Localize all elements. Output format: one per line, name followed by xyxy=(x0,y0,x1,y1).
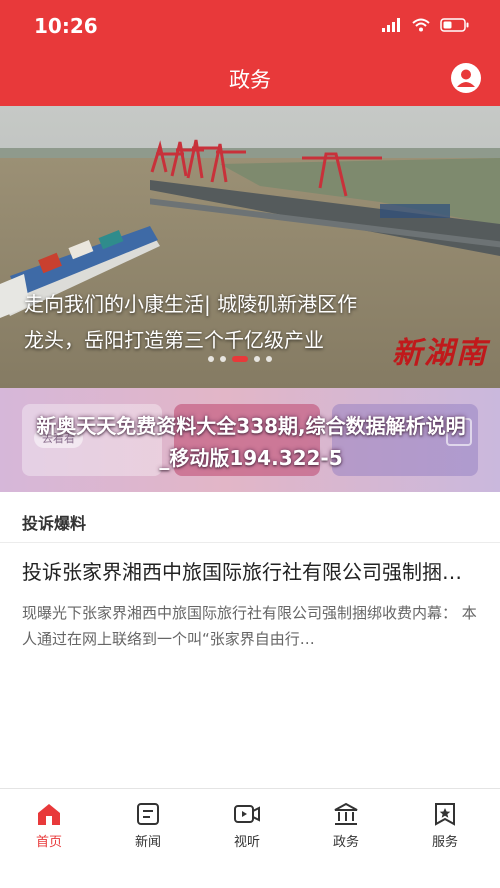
user-profile-icon[interactable] xyxy=(450,62,482,94)
tab-label: 新闻 xyxy=(134,835,161,850)
video-icon xyxy=(234,805,260,823)
wifi-icon xyxy=(412,18,430,32)
carousel-dot xyxy=(208,356,214,362)
signal-icon xyxy=(382,18,400,32)
bottom-tab-bar: 首页 新闻 视听 政务 服务 xyxy=(0,788,500,888)
service-icon xyxy=(435,803,455,826)
banner-carousel[interactable]: 走向我们的小康生活| 城陵矶新港区作龙头，岳阳打造第三个千亿级产业 新湖南 xyxy=(0,106,500,388)
section-title: 投诉爆料 xyxy=(22,514,87,533)
battery-icon xyxy=(440,18,469,32)
complaints-section: 投诉爆料 投诉张家界湘西中旅国际旅行社有限公司强制捆绑收费 现曝光下张家界湘西中… xyxy=(0,492,500,788)
tab-government[interactable]: 政务 xyxy=(306,801,386,850)
tab-label: 政务 xyxy=(332,835,359,850)
status-time: 10:26 xyxy=(34,14,98,38)
tab-news[interactable]: 新闻 xyxy=(108,801,188,850)
tab-label: 首页 xyxy=(35,835,62,850)
tab-video[interactable]: 视听 xyxy=(207,801,287,850)
banner-caption[interactable]: 走向我们的小康生活| 城陵矶新港区作龙头，岳阳打造第三个千亿级产业 xyxy=(24,286,364,358)
page-title: 政务 xyxy=(229,68,271,92)
carousel-dot xyxy=(254,356,260,362)
tab-label: 视听 xyxy=(233,835,260,850)
carousel-indicator xyxy=(208,356,272,362)
status-bar: 10:26 xyxy=(0,0,500,52)
complaint-summary[interactable]: 现曝光下张家界湘西中旅国际旅行社有限公司强制捆绑收费内幕： 本人通过在网上联络到… xyxy=(22,600,482,652)
status-icons xyxy=(382,18,470,32)
carousel-dot-active xyxy=(232,356,248,362)
xinhunan-logo: 新湖南 xyxy=(392,336,488,371)
tab-home[interactable]: 首页 xyxy=(9,801,89,850)
carousel-dot xyxy=(220,356,226,362)
government-icon xyxy=(334,802,358,825)
complaint-title[interactable]: 投诉张家界湘西中旅国际旅行社有限公司强制捆绑收费 xyxy=(22,556,478,585)
carousel-dot xyxy=(266,356,272,362)
news-icon xyxy=(137,803,159,825)
tab-label: 服务 xyxy=(431,835,458,850)
home-icon xyxy=(38,804,60,825)
tab-service[interactable]: 服务 xyxy=(405,801,485,850)
divider xyxy=(0,542,500,543)
app-header: 10:26 政务 xyxy=(0,0,500,106)
overlay-headline: 新奥天天免费资料大全338期,综合数据解析说明_移动版194.322-5 xyxy=(36,414,466,470)
